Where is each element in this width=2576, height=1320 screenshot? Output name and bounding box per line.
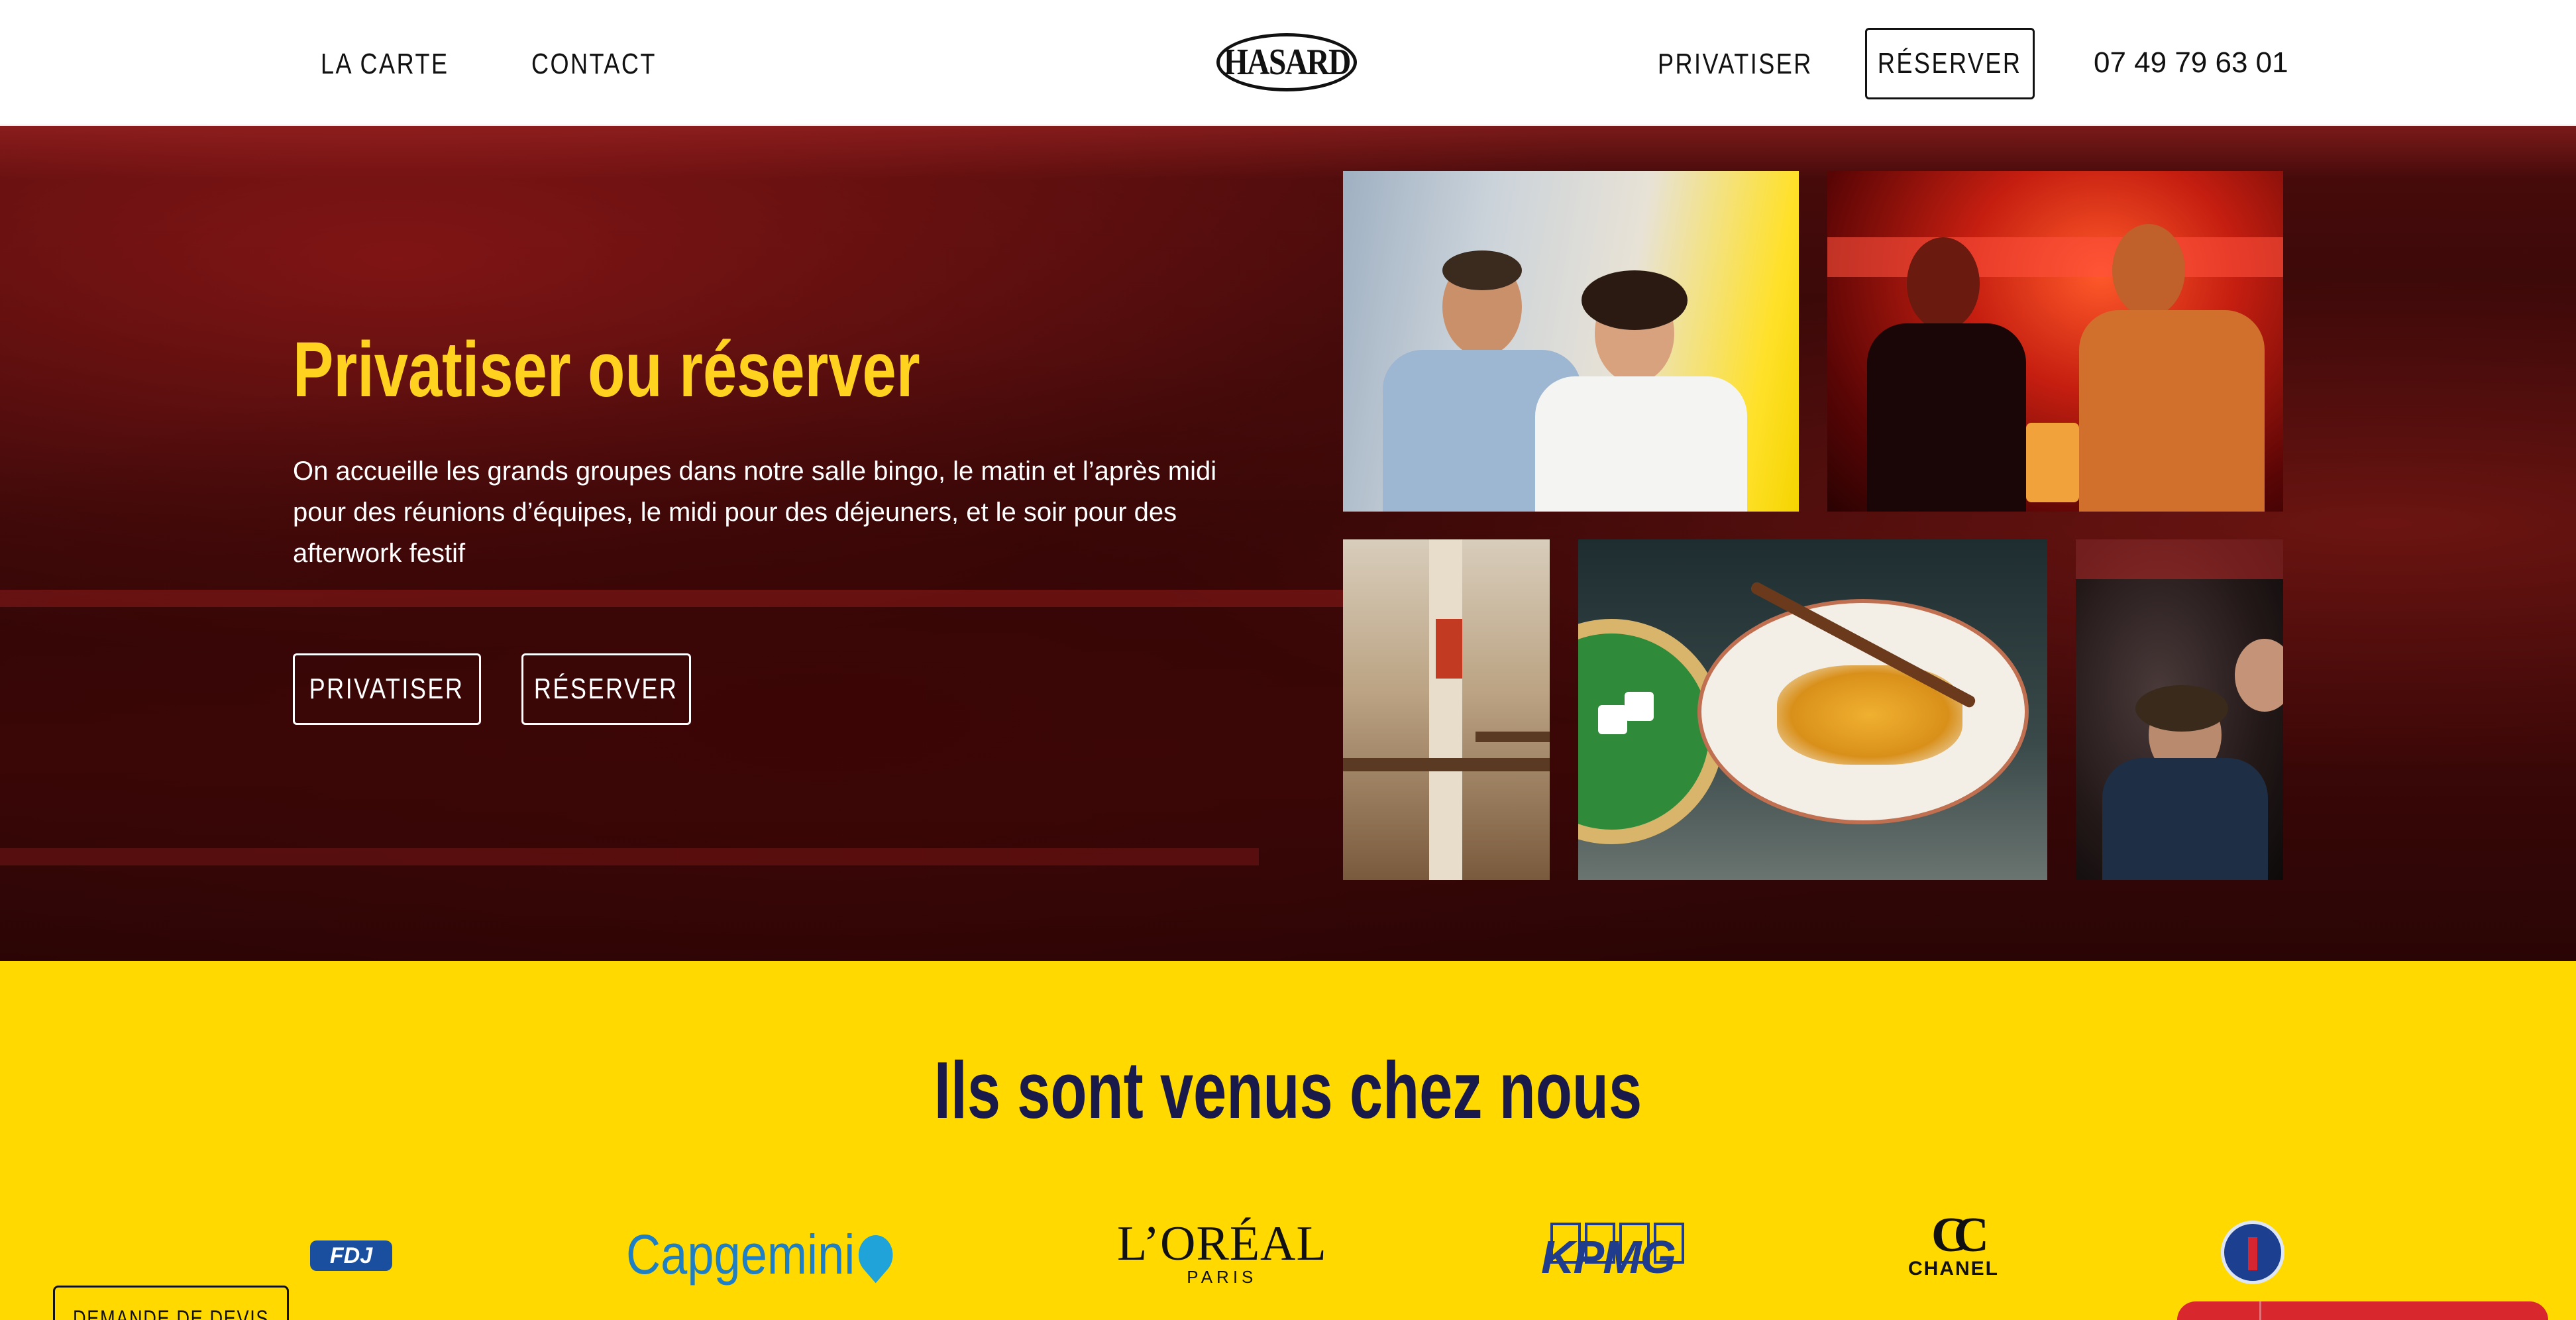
photo-bar-scene [1827, 171, 2283, 512]
nav-privatiser[interactable]: PRIVATISER [1658, 48, 1813, 81]
psg-logo [2221, 1221, 2284, 1284]
chat-widget-tab[interactable] [2177, 1301, 2548, 1320]
clients-title: Ils sont venus chez nous [934, 1045, 1642, 1135]
loreal-logo: L’ORÉAL PARIS [1117, 1217, 1327, 1287]
capgemini-logo: Capgemini [626, 1223, 900, 1287]
reserve-button-label: RÉSERVER [1878, 47, 2022, 80]
kpmg-logo: KPMG [1541, 1223, 1684, 1284]
privatiser-button[interactable]: PRIVATISER [293, 653, 481, 725]
quote-request-button[interactable]: DEMANDE DE DEVIS [53, 1286, 289, 1320]
chanel-logo: CC CHANEL [1908, 1208, 1999, 1280]
hasard-logo[interactable]: HASARD [1216, 33, 1357, 91]
nav-la-carte[interactable]: LA CARTE [321, 48, 449, 81]
fdj-logo: FDJ [310, 1240, 392, 1271]
phone-link[interactable]: 07 49 79 63 01 [2094, 46, 2288, 80]
nav-contact[interactable]: CONTACT [531, 48, 657, 81]
spade-icon [851, 1227, 900, 1283]
background-decor [0, 848, 1259, 865]
photo-dining-room [1343, 539, 1550, 880]
photo-crowd [2076, 539, 2283, 880]
photo-couple-laughing [1343, 171, 1799, 512]
background-decor [0, 590, 1391, 607]
hero-title: Privatiser ou réserver [293, 326, 920, 413]
photo-fries-plate [1578, 539, 2047, 880]
reserve-button[interactable]: RÉSERVER [1865, 28, 2035, 99]
clients-section: Ils sont venus chez nous FDJ Capgemini L… [0, 961, 2576, 1320]
logo-text: HASARD [1223, 42, 1352, 83]
quote-request-label: DEMANDE DE DEVIS [72, 1306, 270, 1320]
reserver-button-label: RÉSERVER [534, 673, 678, 705]
hero-section: Privatiser ou réserver On accueille les … [0, 126, 2576, 961]
privatiser-button-label: PRIVATISER [309, 673, 464, 705]
hero-description: On accueille les grands groupes dans not… [293, 457, 1217, 568]
reserver-button[interactable]: RÉSERVER [521, 653, 691, 725]
site-header: LA CARTE CONTACT HASARD PRIVATISER RÉSER… [0, 0, 2576, 126]
